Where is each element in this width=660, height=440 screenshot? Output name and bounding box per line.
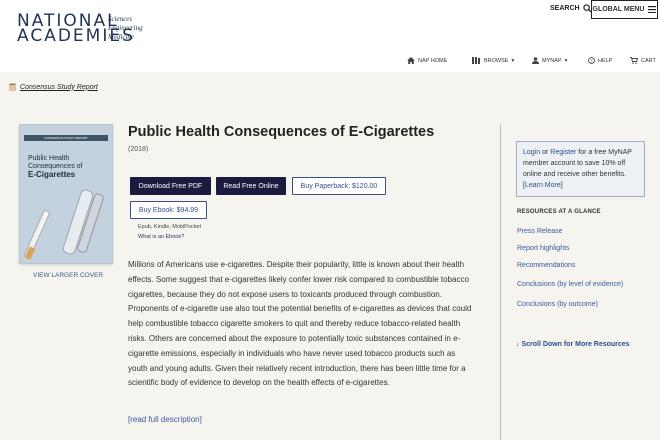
badge-label: Consensus Study Report: [20, 83, 98, 91]
publication-year: (2018): [128, 146, 149, 153]
resource-report-highlights-link[interactable]: Report highlights: [517, 245, 570, 252]
nav-mynap-label: MYNAP: [542, 57, 562, 64]
e-cigarette-illustration: [24, 189, 104, 260]
user-icon: [532, 57, 539, 64]
cover-title-line-3: E-Cigarettes: [28, 170, 76, 179]
buy-ebook-button[interactable]: Buy Ebook: $94.99: [130, 201, 207, 219]
resource-press-release-link[interactable]: Press Release: [517, 228, 563, 235]
logo-sub-medicine: Medicine: [108, 33, 135, 41]
nav-cart-label: CART: [641, 57, 656, 64]
login-promo-box: Login or Register for a free MyNAP membe…: [516, 141, 645, 197]
nav-browse[interactable]: BROWSE ▾: [472, 57, 514, 64]
book-title: Public Health Consequences of E-Cigarett…: [128, 124, 435, 140]
sidebar-divider: [500, 124, 501, 440]
login-or: or: [540, 149, 551, 156]
resource-recommendations-link[interactable]: Recommendations: [517, 262, 575, 269]
nav-nap-home[interactable]: NAP HOME: [407, 57, 447, 64]
logo-sub-engineering: Engineering: [108, 24, 143, 32]
report-icon: [9, 83, 16, 91]
nav-browse-label: BROWSE: [484, 57, 509, 64]
search-label: SEARCH: [550, 5, 580, 12]
resources-heading: RESOURCES AT A GLANCE: [517, 209, 601, 215]
buy-paperback-button[interactable]: Buy Paperback: $120.00: [292, 177, 386, 195]
site-header: NATIONAL ACADEMIES Sciences Engineering …: [0, 0, 660, 72]
ebook-formats: Epub, Kindle, MobiPocket: [138, 224, 201, 230]
logo-sub-sciences: Sciences: [108, 15, 133, 23]
scroll-down-resources-link[interactable]: ↓ Scroll Down for More Resources: [516, 341, 630, 348]
help-icon: ?: [588, 57, 595, 64]
book-description: Millions of Americans use e-cigarettes. …: [128, 260, 472, 388]
what-is-ebook-link[interactable]: What is an Ebook?: [138, 234, 184, 240]
learn-more-link[interactable]: Learn More: [525, 182, 561, 189]
chevron-down-icon: ▾: [511, 57, 515, 64]
nav-mynap[interactable]: MYNAP ▾: [532, 57, 567, 64]
books-icon: [472, 57, 480, 64]
logo-subtitle: Sciences Engineering Medicine: [108, 15, 143, 42]
register-link[interactable]: Register: [550, 149, 576, 156]
search-button[interactable]: SEARCH: [550, 4, 592, 13]
hamburger-icon: [648, 6, 657, 13]
login-link[interactable]: Login: [523, 149, 540, 156]
global-menu-button[interactable]: GLOBAL MENU: [591, 0, 658, 19]
cover-title: Public Health Consequences of E-Cigarett…: [28, 155, 82, 180]
global-menu-label: GLOBAL MENU: [592, 6, 645, 13]
book-cover[interactable]: CONSENSUS STUDY REPORT Public Health Con…: [19, 124, 113, 264]
cover-title-line-1: Public Health: [28, 155, 70, 162]
login-close-bracket: ]: [560, 182, 563, 189]
consensus-study-report-badge[interactable]: Consensus Study Report: [9, 83, 98, 91]
nav-help-label: HELP: [598, 57, 613, 64]
download-pdf-button[interactable]: Download Free PDF: [130, 177, 211, 195]
view-larger-cover-link[interactable]: VIEW LARGER COVER: [33, 272, 103, 279]
nav-help[interactable]: ? HELP: [588, 57, 612, 64]
cover-band: CONSENSUS STUDY REPORT: [24, 135, 108, 141]
cart-icon: [630, 57, 638, 64]
read-full-description-link[interactable]: [read full description]: [128, 415, 202, 424]
resource-conclusions-evidence-link[interactable]: Conclusions (by level of evidence): [517, 281, 623, 288]
nav-cart[interactable]: CART: [630, 57, 656, 64]
home-icon: [407, 57, 415, 64]
read-online-button[interactable]: Read Free Online: [216, 177, 286, 195]
nav-nap-home-label: NAP HOME: [418, 57, 448, 64]
chevron-down-icon: ▾: [564, 57, 568, 64]
resource-conclusions-outcome-link[interactable]: Conclusions (by outcome): [517, 301, 598, 308]
